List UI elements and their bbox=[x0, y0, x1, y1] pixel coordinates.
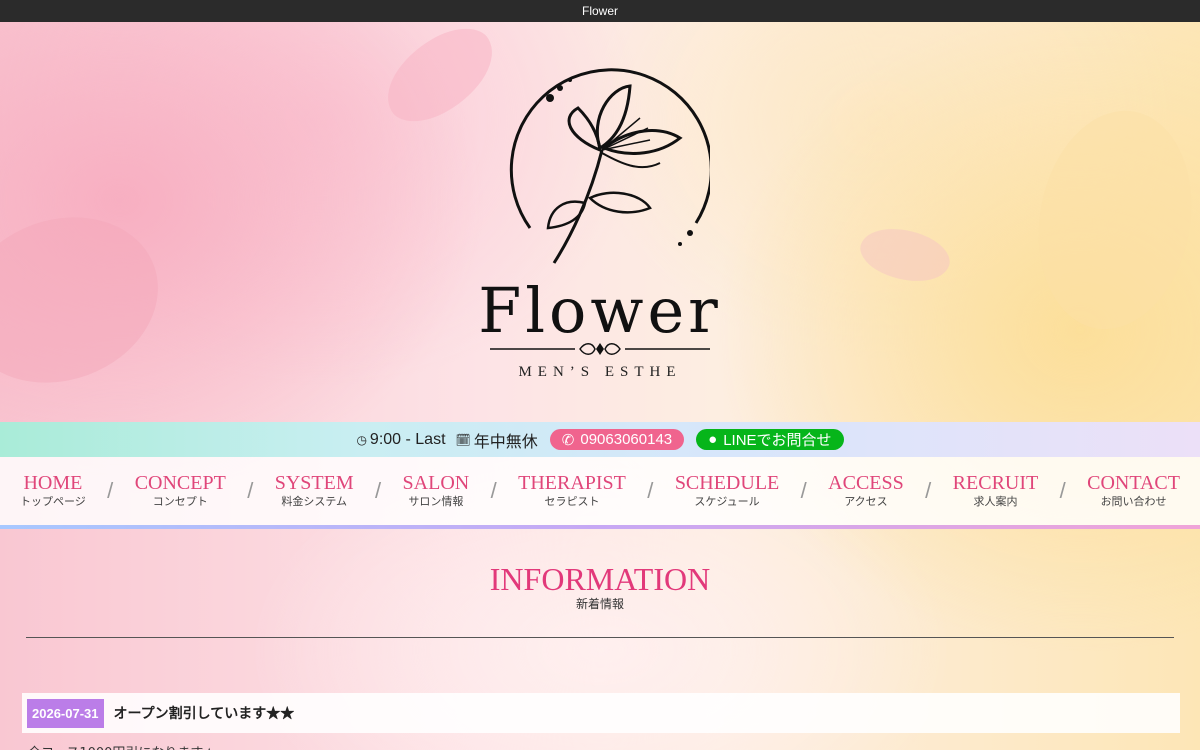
nav-label-ja: トップページ bbox=[20, 495, 86, 508]
nav-separator: / bbox=[1059, 478, 1066, 503]
decorative-petal bbox=[1022, 98, 1200, 342]
nav-label-en: SCHEDULE bbox=[674, 472, 780, 494]
holiday-text: 年中無休 bbox=[473, 433, 538, 451]
nav-label-en: CONCEPT bbox=[134, 472, 226, 494]
nav-label-ja: 求人案内 bbox=[973, 495, 1018, 508]
nav-label-en: THERAPIST bbox=[518, 472, 626, 494]
hours-info: ◷ 9:00 - Last bbox=[356, 431, 445, 449]
nav-label-ja: お問い合わせ bbox=[1100, 495, 1167, 508]
nav-separator: / bbox=[490, 478, 497, 503]
hours-text: 9:00 - Last bbox=[369, 430, 446, 448]
decorative-petal bbox=[0, 190, 182, 410]
news-item[interactable]: 2026-07-31 オープン割引しています★★ bbox=[22, 693, 1180, 733]
nav-item-recruit[interactable]: RECRUIT 求人案内 bbox=[953, 472, 1039, 510]
nav-label-ja: スケジュール bbox=[694, 495, 760, 508]
news-body: 全コース1000円引になります★ bbox=[28, 742, 215, 750]
site-logo[interactable]: Flower MEN’S ESTHE bbox=[460, 58, 740, 388]
clock-icon: ◷ bbox=[356, 432, 367, 447]
news-title: オープン割引しています★★ bbox=[113, 705, 295, 721]
line-contact-button[interactable]: ● LINEでお問合せ bbox=[696, 429, 844, 450]
nav-label-en: HOME bbox=[23, 472, 83, 494]
nav-label-en: CONTACT bbox=[1087, 472, 1180, 494]
information-section-heading: INFORMATION 新着情報 bbox=[0, 560, 1200, 610]
nav-separator: / bbox=[247, 478, 254, 503]
nav-item-access[interactable]: ACCESS アクセス bbox=[828, 472, 904, 510]
news-date-badge: 2026-07-31 bbox=[27, 698, 104, 728]
phone-button[interactable]: ✆ 09063060143 bbox=[549, 429, 685, 450]
main-nav: HOME トップページ / CONCEPT コンセプト / SYSTEM 料金シ… bbox=[0, 457, 1200, 529]
nav-label-en: SALON bbox=[402, 472, 470, 494]
nav-label-en: ACCESS bbox=[828, 472, 904, 494]
window-title-bar: Flower bbox=[0, 0, 1200, 22]
logo-name: Flower bbox=[478, 274, 722, 347]
nav-separator: / bbox=[647, 478, 654, 503]
nav-label-ja: 料金システム bbox=[281, 495, 347, 508]
nav-separator: / bbox=[925, 478, 932, 503]
nav-item-home[interactable]: HOME トップページ bbox=[20, 472, 86, 510]
section-divider bbox=[26, 637, 1174, 638]
window-title: Flower bbox=[581, 4, 618, 18]
decorative-petal bbox=[854, 216, 956, 294]
section-title-ja: 新着情報 bbox=[575, 597, 624, 611]
holiday-info: 🗓 年中無休 bbox=[456, 428, 538, 452]
lily-emblem-icon bbox=[509, 68, 710, 264]
info-bar: ◷ 9:00 - Last 🗓 年中無休 ✆ 09063060143 ● LIN… bbox=[0, 422, 1200, 457]
logo-subtitle: MEN’S ESTHE bbox=[518, 364, 682, 380]
nav-label-en: SYSTEM bbox=[274, 472, 354, 494]
phone-number: 09063060143 bbox=[580, 431, 673, 448]
line-contact-label: LINEでお問合せ bbox=[723, 432, 832, 449]
calendar-icon: 🗓 bbox=[455, 432, 471, 447]
nav-separator: / bbox=[107, 478, 114, 503]
nav-item-concept[interactable]: CONCEPT コンセプト bbox=[135, 472, 226, 510]
nav-label-ja: コンセプト bbox=[152, 495, 208, 508]
nav-item-salon[interactable]: SALON サロン情報 bbox=[403, 472, 470, 510]
section-title-en: INFORMATION bbox=[489, 561, 711, 597]
nav-item-contact[interactable]: CONTACT お問い合わせ bbox=[1087, 472, 1180, 510]
nav-label-en: RECRUIT bbox=[952, 472, 1039, 494]
nav-item-therapist[interactable]: THERAPIST セラピスト bbox=[518, 472, 626, 510]
nav-label-ja: セラピスト bbox=[544, 495, 600, 508]
nav-separator: / bbox=[800, 478, 807, 503]
phone-icon: ✆ bbox=[561, 431, 575, 449]
nav-item-system[interactable]: SYSTEM 料金システム bbox=[275, 472, 354, 510]
nav-item-schedule[interactable]: SCHEDULE スケジュール bbox=[675, 472, 779, 510]
nav-label-ja: アクセス bbox=[844, 495, 888, 508]
nav-label-ja: サロン情報 bbox=[408, 495, 464, 508]
chat-bubble-icon: ● bbox=[708, 431, 718, 448]
nav-separator: / bbox=[375, 478, 382, 503]
